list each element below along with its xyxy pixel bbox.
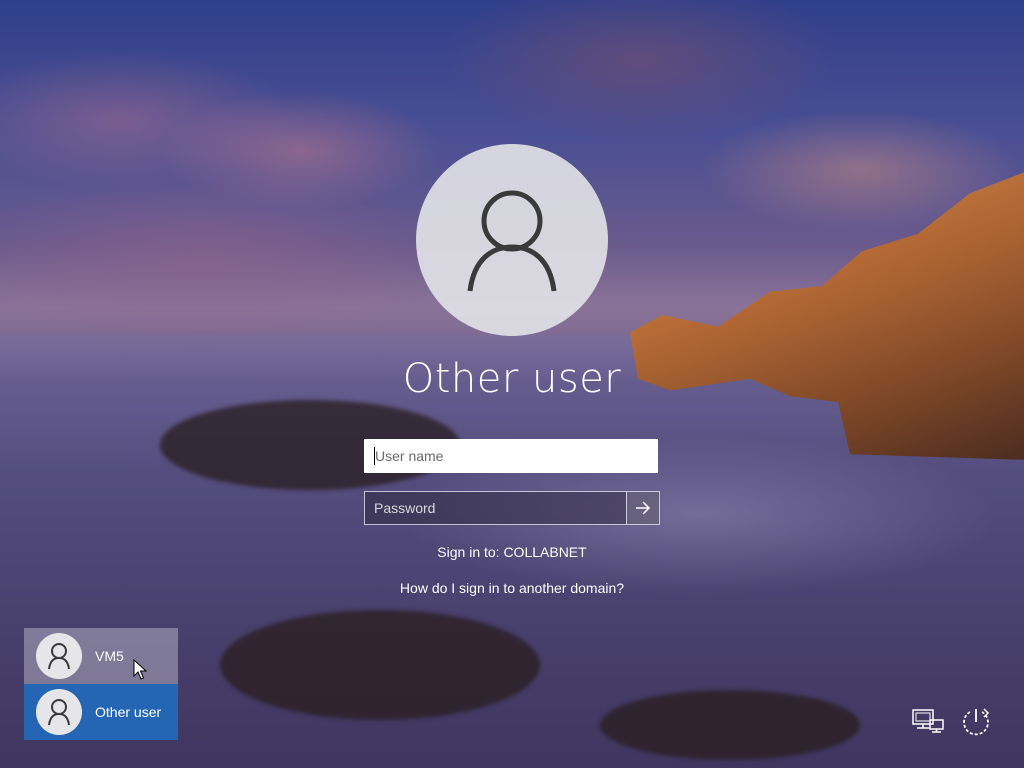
user-tile-vm5[interactable]: VM5 [24,628,178,684]
user-silhouette-icon [48,643,70,670]
network-button[interactable] [910,704,946,740]
avatar [36,633,82,679]
username-input[interactable] [364,439,658,473]
arrow-right-icon [636,501,651,515]
password-field [364,491,660,525]
power-icon [963,708,990,736]
submit-button[interactable] [626,492,659,524]
sign-in-domain-text: Sign in to: COLLABNET [437,544,587,560]
user-avatar [416,144,608,336]
password-input[interactable] [365,492,626,524]
user-tile-other-user[interactable]: Other user [24,684,178,740]
user-silhouette-icon [467,190,557,292]
user-tile-label: Other user [95,704,162,720]
mouse-pointer-icon [133,658,148,685]
network-icon [912,709,944,733]
user-tile-label: VM5 [95,648,124,664]
lock-screen: Other user Sign in to: COLLABNET How do … [0,0,1024,768]
user-silhouette-icon [48,699,70,726]
other-domain-link[interactable]: How do I sign in to another domain? [312,580,712,596]
text-caret [374,447,375,465]
power-button[interactable] [958,704,994,740]
avatar [36,689,82,735]
page-title: Other user [402,356,622,402]
background-rock [220,610,540,720]
background-rock [600,690,860,760]
